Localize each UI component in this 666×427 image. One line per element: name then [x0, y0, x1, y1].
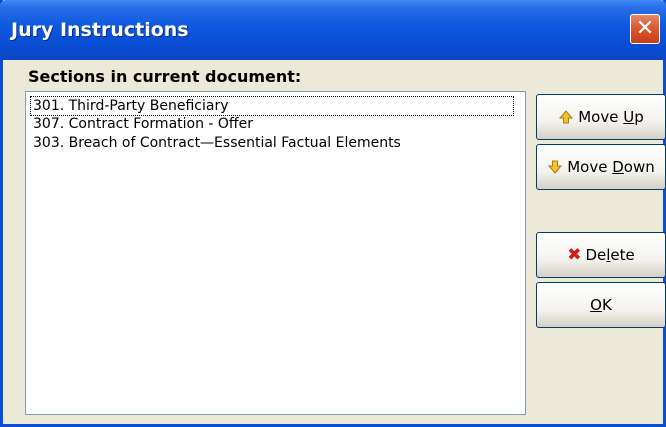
- list-item[interactable]: 301. Third-Party Beneficiary: [30, 96, 514, 116]
- close-button[interactable]: ✕: [630, 14, 660, 44]
- ok-button[interactable]: OK: [536, 282, 666, 328]
- list-item[interactable]: 307. Contract Formation - Offer: [30, 114, 256, 134]
- delete-button[interactable]: ✖ Delete: [536, 232, 666, 278]
- delete-x-icon: ✖: [567, 245, 582, 265]
- jury-instructions-dialog: Jury Instructions ✕ Sections in current …: [0, 0, 666, 427]
- window-title: Jury Instructions: [11, 19, 189, 41]
- move-up-button[interactable]: Move Up: [536, 94, 666, 140]
- close-icon: ✕: [635, 16, 655, 41]
- sections-listbox[interactable]: 301. Third-Party Beneficiary 307. Contra…: [25, 91, 526, 415]
- move-down-button[interactable]: Move Down: [536, 144, 666, 190]
- arrow-down-icon: [548, 160, 563, 174]
- dialog-content: Sections in current document: 301. Third…: [3, 60, 666, 424]
- move-up-label: Move Up: [578, 108, 644, 126]
- ok-label: OK: [590, 296, 612, 314]
- title-bar[interactable]: Jury Instructions ✕: [0, 0, 666, 60]
- list-item[interactable]: 303. Breach of Contract—Essential Factua…: [30, 133, 404, 153]
- move-down-label: Move Down: [567, 158, 655, 176]
- delete-label: Delete: [585, 246, 635, 264]
- sections-label: Sections in current document:: [28, 67, 302, 86]
- arrow-up-icon: [559, 110, 574, 124]
